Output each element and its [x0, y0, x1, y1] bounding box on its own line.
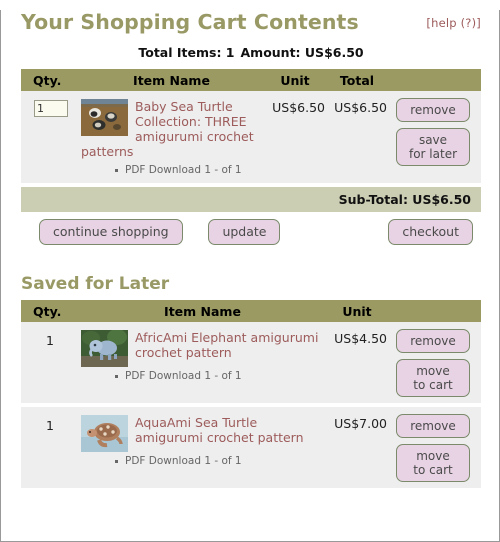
- help-link[interactable]: [help (?)]: [426, 16, 481, 30]
- cart-subtotal-bar: Sub-Total: US$6.50: [21, 187, 481, 212]
- column-header-actions: [388, 69, 481, 91]
- aquaami-sea-turtle-thumbnail[interactable]: [81, 415, 128, 452]
- table-row: Baby Sea Turtle Collection: THREE amigur…: [21, 91, 481, 183]
- item-attributes: PDF Download 1 - of 1: [81, 163, 260, 177]
- save-for-later-button[interactable]: save for later: [396, 128, 470, 166]
- item-attributes: PDF Download 1 - of 1: [81, 369, 322, 383]
- cart-table-header: Qty. Item Name Unit Total: [21, 69, 481, 91]
- saved-table-header: Qty. Item Name Unit: [21, 300, 481, 322]
- remove-button[interactable]: remove: [396, 98, 470, 122]
- total-amount-label: Amount: US$6.50: [240, 45, 364, 60]
- africami-elephant-thumbnail[interactable]: [81, 330, 128, 367]
- item-attribute: PDF Download 1 - of 1: [113, 163, 260, 177]
- move-to-cart-button[interactable]: move to cart: [396, 444, 470, 482]
- quantity-input[interactable]: [34, 100, 68, 117]
- saved-qty-cell: 1: [21, 322, 79, 403]
- saved-column-header-qty: Qty.: [21, 300, 79, 322]
- saved-for-later-table: Qty. Item Name Unit 1 AfricAmi Elephant …: [21, 300, 481, 488]
- item-attribute: PDF Download 1 - of 1: [113, 369, 322, 383]
- saved-unit-price: US$4.50: [326, 322, 388, 403]
- saved-column-header-actions: [388, 300, 481, 322]
- move-to-cart-label-line2: to cart: [413, 378, 453, 392]
- move-to-cart-label-line1: move: [416, 364, 450, 378]
- save-for-later-label-line1: save: [418, 133, 448, 147]
- baby-sea-turtle-thumbnail[interactable]: [81, 99, 128, 136]
- saved-qty-cell: 1: [21, 407, 79, 488]
- table-row: 1 AfricAmi Elephant amigurumi crochet pa…: [21, 322, 481, 403]
- cart-action-bar: continue shopping update checkout: [21, 219, 481, 257]
- move-to-cart-label-line2: to cart: [413, 463, 453, 477]
- cart-row-actions: remove save for later: [388, 91, 481, 183]
- cart-qty-cell: [21, 91, 79, 183]
- column-header-total: Total: [326, 69, 388, 91]
- cart-total-price: US$6.50: [326, 91, 388, 183]
- column-header-item-name: Item Name: [79, 69, 264, 91]
- move-to-cart-label-line1: move: [416, 449, 450, 463]
- item-attributes: PDF Download 1 - of 1: [81, 454, 322, 468]
- saved-unit-price: US$7.00: [326, 407, 388, 488]
- column-header-qty: Qty.: [21, 69, 79, 91]
- table-row: 1 AquaAmi Sea Turtle amigurumi crochet p…: [21, 407, 481, 488]
- continue-shopping-button[interactable]: continue shopping: [39, 219, 183, 245]
- remove-button[interactable]: remove: [396, 414, 470, 438]
- cart-table: Qty. Item Name Unit Total 1 Baby Sea Tur…: [21, 69, 481, 187]
- cart-unit-price: US$6.50: [264, 91, 326, 183]
- update-button[interactable]: update: [208, 219, 281, 245]
- column-header-unit: Unit: [264, 69, 326, 91]
- total-items-label: Total Items: 1: [138, 45, 235, 60]
- saved-for-later-title: Saved for Later: [21, 274, 170, 294]
- move-to-cart-button[interactable]: move to cart: [396, 359, 470, 397]
- saved-item-cell: AquaAmi Sea Turtle amigurumi crochet pat…: [79, 407, 326, 488]
- saved-row-actions: remove move to cart: [388, 322, 481, 403]
- saved-column-header-item-name: Item Name: [79, 300, 326, 322]
- save-for-later-label-line2: for later: [408, 147, 458, 161]
- saved-item-cell: AfricAmi Elephant amigurumi crochet patt…: [79, 322, 326, 403]
- saved-column-header-unit: Unit: [326, 300, 388, 322]
- cart-item-cell: Baby Sea Turtle Collection: THREE amigur…: [79, 91, 264, 183]
- checkout-button[interactable]: checkout: [388, 219, 473, 245]
- page-title: Your Shopping Cart Contents: [21, 10, 359, 34]
- shopping-cart-page: [help (?)] Your Shopping Cart Contents T…: [1, 10, 500, 488]
- saved-row-actions: remove move to cart: [388, 407, 481, 488]
- item-attribute: PDF Download 1 - of 1: [113, 454, 322, 468]
- cart-totals-summary: Total Items: 1 Amount: US$6.50: [21, 45, 481, 60]
- remove-button[interactable]: remove: [396, 329, 470, 353]
